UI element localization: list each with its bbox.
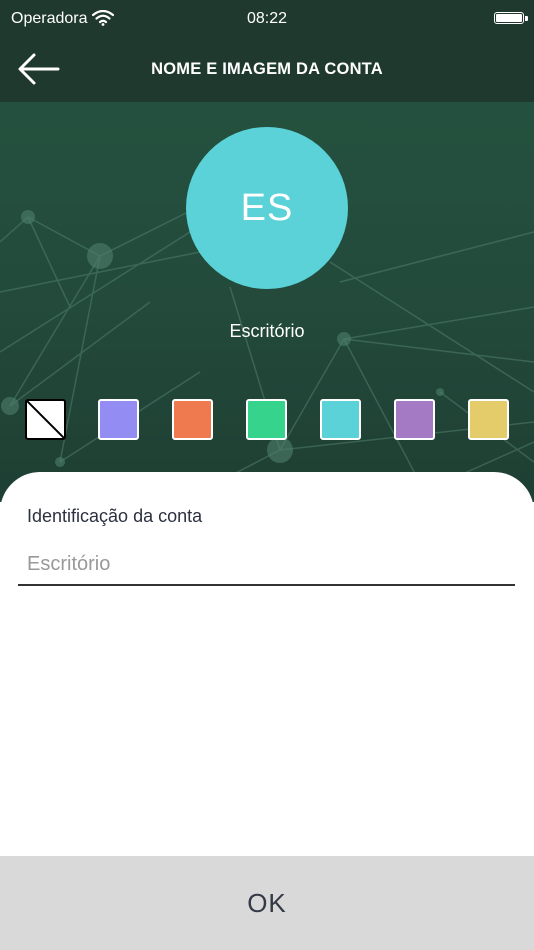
page-title: NOME E IMAGEM DA CONTA	[151, 60, 383, 78]
account-header: ES Escritório	[0, 102, 534, 502]
swatch-none[interactable]	[25, 399, 66, 440]
no-color-icon	[27, 401, 64, 438]
battery-icon	[494, 12, 524, 24]
swatch-orange[interactable]	[172, 399, 213, 440]
swatch-yellow[interactable]	[468, 399, 509, 440]
account-name: Escritório	[229, 321, 305, 341]
account-id-input[interactable]	[18, 544, 515, 586]
account-avatar: ES	[186, 127, 348, 289]
nav-bar: NOME E IMAGEM DA CONTA	[0, 38, 534, 102]
status-time: 08:22	[246, 10, 288, 27]
swatch-cyan[interactable]	[320, 399, 361, 440]
swatch-purple[interactable]	[394, 399, 435, 440]
account-id-label: Identificação da conta	[27, 506, 203, 526]
ok-button[interactable]: OK	[0, 856, 534, 950]
status-bar: Operadora 08:22	[0, 0, 534, 38]
swatch-purple-blue[interactable]	[98, 399, 139, 440]
form-sheet: Identificação da conta	[0, 472, 534, 856]
swatch-green[interactable]	[246, 399, 287, 440]
battery-tip	[525, 16, 528, 21]
